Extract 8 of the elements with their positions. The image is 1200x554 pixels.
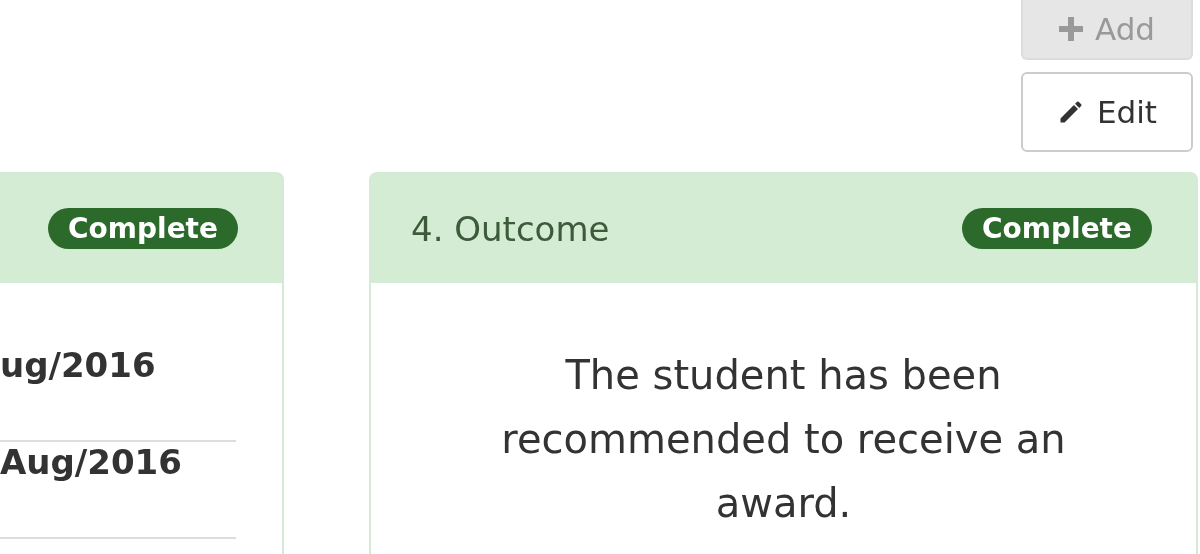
- card-title: 4. Outcome: [411, 208, 610, 249]
- plus-icon: [1059, 17, 1083, 41]
- date-text: ug/2016: [0, 345, 236, 442]
- outcome-text: The student has been recommended to receive an award.: [500, 351, 1067, 528]
- status-badge: Complete: [962, 208, 1152, 249]
- edit-button[interactable]: Edit: [1021, 72, 1193, 152]
- status-badge: Complete: [48, 208, 238, 249]
- date-text: Aug/2016: [0, 442, 236, 539]
